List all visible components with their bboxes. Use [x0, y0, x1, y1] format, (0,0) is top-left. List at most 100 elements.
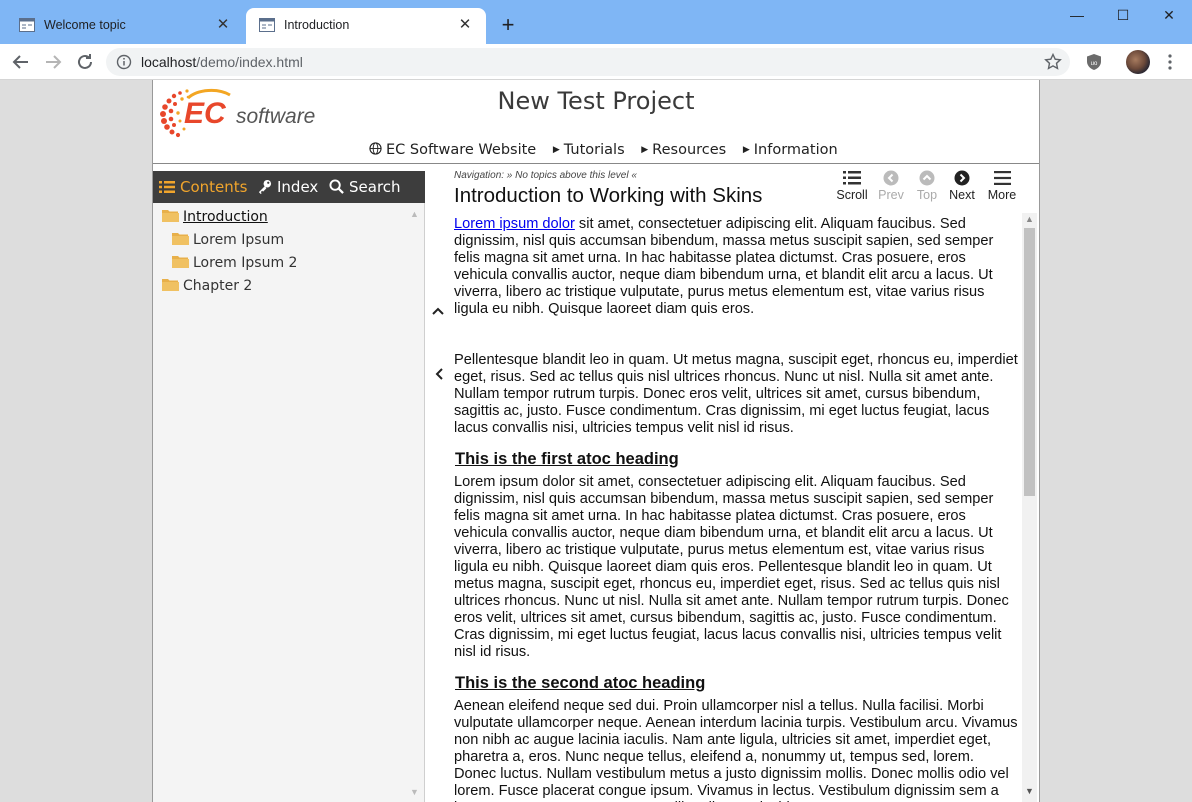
window-maximize-icon[interactable]: ☐ — [1100, 4, 1146, 26]
header-links: EC Software Website ▶ Tutorials ▶ Resource… — [369, 142, 850, 158]
new-tab-button[interactable]: + — [496, 13, 520, 37]
browser-tab-welcome-topic[interactable]: Welcome topic ✕ — [6, 8, 244, 44]
globe-icon — [369, 142, 382, 155]
bookmark-star-icon[interactable] — [1043, 52, 1063, 72]
toc-label: Lorem Ipsum 2 — [193, 255, 298, 271]
button-label: Top — [916, 188, 938, 202]
header-link-tutorials[interactable]: ▶ Tutorials — [553, 142, 625, 158]
lorem-ipsum-link[interactable]: Lorem ipsum dolor — [454, 216, 575, 232]
sidebar-scroll-up-icon[interactable]: ▲ — [410, 209, 419, 219]
prev-button[interactable]: Prev — [871, 170, 911, 202]
paragraph: Pellentesque blandit leo in quam. Ut met… — [454, 352, 1018, 436]
folder-open-icon — [162, 210, 179, 222]
url-path: /demo/index.html — [196, 54, 303, 70]
atoc-heading-first: This is the first atoc heading — [455, 450, 679, 468]
browser-menu-icon[interactable] — [1160, 52, 1180, 72]
paragraph: Lorem ipsum dolor sit amet, consectetuer… — [454, 474, 1009, 660]
more-button[interactable]: More — [982, 170, 1022, 202]
help-page: EC software New Test Project EC Software… — [152, 80, 1040, 802]
link-label: EC Software Website — [386, 142, 537, 158]
tab-label: Index — [277, 178, 319, 196]
scrollbar-thumb[interactable] — [1024, 228, 1035, 496]
search-icon — [329, 179, 344, 194]
arrow-circle-right-icon — [954, 170, 970, 186]
back-icon[interactable] — [9, 50, 33, 74]
ublock-shield-icon[interactable]: uo — [1084, 52, 1104, 72]
scroll-down-icon[interactable]: ▼ — [1025, 786, 1034, 796]
browser-tab-introduction[interactable]: Introduction ✕ — [246, 8, 486, 44]
button-label: Next — [949, 188, 975, 202]
nav-label: Navigation: — [454, 170, 505, 181]
page-icon — [259, 18, 275, 32]
triangle-right-icon: ▶ — [641, 145, 649, 155]
tab-label: Search — [349, 178, 401, 196]
link-label: Resources — [652, 142, 727, 158]
triangle-right-icon: ▶ — [742, 145, 750, 155]
folder-icon — [162, 279, 179, 291]
button-label: Prev — [878, 188, 904, 202]
page-icon — [19, 18, 35, 32]
button-label: Scroll — [836, 188, 868, 202]
folder-icon — [172, 256, 189, 268]
next-button[interactable]: Next — [942, 170, 982, 202]
list-icon — [843, 171, 861, 185]
sidebar-tabs: Contents Index Search — [153, 171, 425, 203]
url-host: localhost — [141, 54, 197, 70]
tab-contents[interactable]: Contents — [159, 178, 247, 196]
forward-icon[interactable] — [41, 50, 65, 74]
hamburger-menu-icon — [993, 171, 1011, 185]
paragraph: Lorem ipsum dolor sit amet, consectetuer… — [454, 216, 1018, 318]
window-minimize-icon[interactable]: — — [1054, 4, 1100, 26]
triangle-right-icon: ▶ — [552, 145, 560, 155]
toc-item-lorem-ipsum[interactable]: Lorem Ipsum — [172, 232, 284, 248]
key-icon — [258, 179, 272, 194]
chevron-up-icon[interactable] — [431, 304, 445, 318]
button-label: More — [987, 188, 1017, 202]
address-bar[interactable]: localhost/demo/index.html — [106, 48, 1070, 76]
browser-tabstrip: Welcome topic ✕ Introduction ✕ + — ☐ ✕ — [0, 0, 1192, 44]
url-text: localhost/demo/index.html — [141, 54, 303, 70]
navigation-breadcrumb: Navigation: » No topics above this level… — [454, 170, 637, 181]
folder-icon — [172, 233, 189, 245]
profile-avatar[interactable] — [1126, 50, 1150, 74]
header-link-resources[interactable]: ▶ Resources — [641, 142, 726, 158]
topic-content: Lorem ipsum dolor sit amet, consectetuer… — [454, 216, 1018, 802]
tab-close-icon[interactable]: ✕ — [456, 15, 474, 35]
tab-label: Contents — [180, 178, 248, 196]
project-title: New Test Project — [497, 87, 695, 115]
chevron-left-icon[interactable] — [432, 367, 446, 381]
atoc-heading-second: This is the second atoc heading — [455, 674, 706, 692]
nav-text: » No topics above this level « — [504, 170, 637, 181]
paragraph: Aenean eleifend neque sed dui. Proin ull… — [454, 698, 1018, 802]
sidebar: Contents Index Search Introduction Lorem… — [153, 171, 425, 802]
sidebar-scroll-down-icon[interactable]: ▼ — [410, 787, 419, 797]
scroll-button[interactable]: Scroll — [832, 170, 872, 202]
header-link-information[interactable]: ▶ Information — [743, 142, 838, 158]
content-scrollbar[interactable]: ▲ ▼ — [1022, 213, 1037, 802]
top-button[interactable]: Top — [907, 170, 947, 202]
arrow-circle-left-icon — [883, 170, 899, 186]
tab-close-icon[interactable]: ✕ — [214, 15, 232, 35]
link-label: Tutorials — [563, 142, 625, 158]
tab-title: Introduction — [284, 18, 350, 32]
toc-item-lorem-ipsum-2[interactable]: Lorem Ipsum 2 — [172, 255, 297, 271]
topic-title: Introduction to Working with Skins — [454, 184, 763, 207]
tab-index[interactable]: Index — [257, 178, 318, 196]
header-link-ec-website[interactable]: EC Software Website — [369, 142, 536, 158]
toc-item-introduction[interactable]: Introduction — [162, 209, 268, 225]
link-label: Information — [753, 142, 838, 158]
browser-toolbar: localhost/demo/index.html uo — [0, 44, 1192, 80]
reload-icon[interactable] — [73, 50, 97, 74]
tab-title: Welcome topic — [44, 18, 126, 32]
toc-item-chapter-2[interactable]: Chapter 2 — [162, 278, 252, 294]
arrow-circle-up-icon — [919, 170, 935, 186]
scroll-up-icon[interactable]: ▲ — [1025, 214, 1034, 224]
toc-label: Chapter 2 — [183, 278, 253, 294]
window-close-icon[interactable]: ✕ — [1146, 4, 1192, 26]
svg-text:uo: uo — [1091, 61, 1098, 67]
toc-label: Lorem Ipsum — [193, 232, 285, 248]
tab-search[interactable]: Search — [329, 178, 401, 196]
page-header: EC software New Test Project EC Software… — [153, 80, 1039, 164]
info-icon[interactable] — [116, 54, 132, 70]
list-icon — [159, 181, 175, 193]
